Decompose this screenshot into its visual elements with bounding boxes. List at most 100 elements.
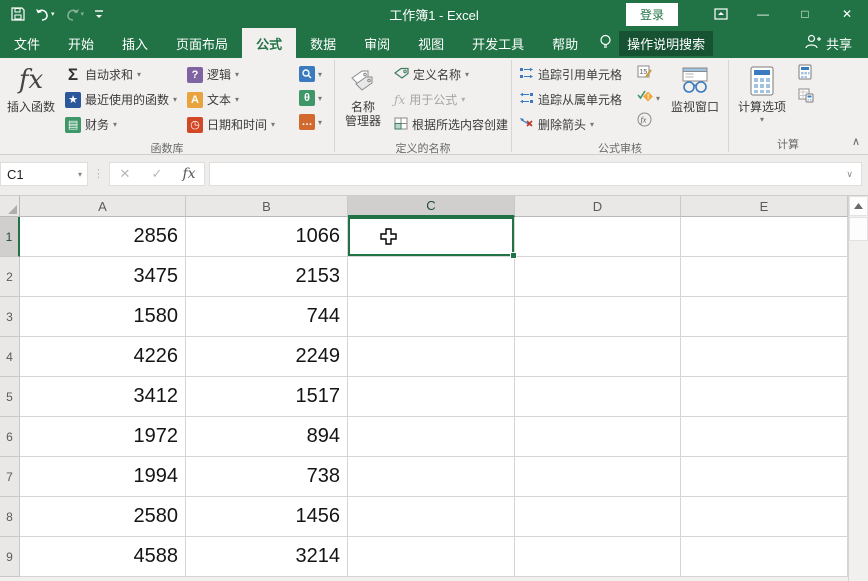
cell-e9[interactable] xyxy=(681,537,848,577)
tab-data[interactable]: 数据 xyxy=(296,28,350,58)
row-header-7[interactable]: 7 xyxy=(0,457,20,497)
cell-d4[interactable] xyxy=(515,337,681,377)
trace-dependents-button[interactable]: 追踪从属单元格 xyxy=(516,88,630,111)
row-header-6[interactable]: 6 xyxy=(0,417,20,457)
cell-b9[interactable]: 3214 xyxy=(186,537,348,577)
select-all-button[interactable] xyxy=(0,196,20,217)
calculate-sheet-button[interactable] xyxy=(795,87,827,109)
cell-c6[interactable] xyxy=(348,417,515,457)
cell-e6[interactable] xyxy=(681,417,848,457)
cell-d2[interactable] xyxy=(515,257,681,297)
error-checking-button[interactable]: ! ▾ xyxy=(634,87,664,109)
cell-b2[interactable]: 2153 xyxy=(186,257,348,297)
cell-e2[interactable] xyxy=(681,257,848,297)
scroll-up-button[interactable] xyxy=(849,196,868,216)
cell-c2[interactable] xyxy=(348,257,515,297)
cell-c9[interactable] xyxy=(348,537,515,577)
recently-used-button[interactable]: ★ 最近使用的函数 ▾ xyxy=(62,88,180,111)
undo-button[interactable]: ▾ xyxy=(32,6,58,23)
name-box-dropdown-icon[interactable]: ▾ xyxy=(78,170,87,179)
save-button[interactable] xyxy=(8,5,28,23)
define-name-button[interactable]: 定义名称 ▾ xyxy=(391,63,505,86)
column-header-d[interactable]: D xyxy=(515,196,681,217)
minimize-button[interactable]: — xyxy=(742,0,784,28)
lookup-reference-button[interactable]: ▾ xyxy=(296,63,328,85)
date-time-button[interactable]: ◷ 日期和时间 ▾ xyxy=(184,113,292,136)
tab-file[interactable]: 文件 xyxy=(0,28,54,58)
cell-a4[interactable]: 4226 xyxy=(20,337,186,377)
calculation-options-button[interactable]: 计算选项 ▾ xyxy=(731,60,793,126)
tab-insert[interactable]: 插入 xyxy=(108,28,162,58)
ribbon-display-options-button[interactable] xyxy=(700,0,742,28)
customize-qat-button[interactable] xyxy=(91,6,107,22)
calculate-now-button[interactable] xyxy=(795,63,827,85)
financial-button[interactable]: ▤ 财务 ▾ xyxy=(62,113,180,136)
tab-developer[interactable]: 开发工具 xyxy=(458,28,538,58)
cell-b8[interactable]: 1456 xyxy=(186,497,348,537)
cell-b1[interactable]: 1066 xyxy=(186,217,348,257)
create-from-selection-button[interactable]: 根据所选内容创建 xyxy=(391,113,505,136)
cell-d8[interactable] xyxy=(515,497,681,537)
cell-e4[interactable] xyxy=(681,337,848,377)
cell-c7[interactable] xyxy=(348,457,515,497)
cell-d5[interactable] xyxy=(515,377,681,417)
cell-d9[interactable] xyxy=(515,537,681,577)
name-box[interactable]: C1 ▾ xyxy=(0,162,88,186)
sign-in-button[interactable]: 登录 xyxy=(626,3,678,26)
row-header-8[interactable]: 8 xyxy=(0,497,20,537)
insert-function-button[interactable]: fx 插入函数 xyxy=(2,60,60,117)
row-header-4[interactable]: 4 xyxy=(0,337,20,377)
fill-handle[interactable] xyxy=(510,252,517,259)
tab-help[interactable]: 帮助 xyxy=(538,28,592,58)
formula-bar-resizer[interactable]: ⋮ xyxy=(88,169,109,179)
row-header-1[interactable]: 1 xyxy=(0,217,20,257)
name-manager-button[interactable]: 名称 管理器 xyxy=(337,60,389,131)
math-trig-button[interactable]: θ ▾ xyxy=(296,87,328,109)
cell-a8[interactable]: 2580 xyxy=(20,497,186,537)
share-button[interactable]: 共享 xyxy=(789,28,868,58)
cell-c3[interactable] xyxy=(348,297,515,337)
row-header-9[interactable]: 9 xyxy=(0,537,20,577)
cell-a2[interactable]: 3475 xyxy=(20,257,186,297)
logical-button[interactable]: ? 逻辑 ▾ xyxy=(184,63,292,86)
show-formulas-button[interactable]: 15 xyxy=(634,63,664,85)
column-header-e[interactable]: E xyxy=(681,196,848,217)
cell-b4[interactable]: 2249 xyxy=(186,337,348,377)
cell-a3[interactable]: 1580 xyxy=(20,297,186,337)
cell-a6[interactable]: 1972 xyxy=(20,417,186,457)
cell-b3[interactable]: 744 xyxy=(186,297,348,337)
cell-a9[interactable]: 4588 xyxy=(20,537,186,577)
cell-e1[interactable] xyxy=(681,217,848,257)
column-header-c[interactable]: C xyxy=(348,196,515,217)
trace-precedents-button[interactable]: 追踪引用单元格 xyxy=(516,63,630,86)
tab-formulas[interactable]: 公式 xyxy=(242,28,296,58)
formula-input[interactable]: ∨ xyxy=(209,162,862,186)
watch-window-button[interactable]: 监视窗口 xyxy=(666,60,724,117)
redo-button[interactable]: ▾ xyxy=(62,6,88,23)
maximize-button[interactable]: □ xyxy=(784,0,826,28)
cell-c1-selected[interactable] xyxy=(348,217,515,257)
cell-a1[interactable]: 2856 xyxy=(20,217,186,257)
use-in-formula-button[interactable]: ƒx 用于公式 ▾ xyxy=(391,88,505,111)
undo-dropdown-icon[interactable]: ▾ xyxy=(51,10,55,18)
collapse-ribbon-button[interactable]: ∧ xyxy=(852,135,860,148)
cell-b7[interactable]: 738 xyxy=(186,457,348,497)
scrollbar-thumb[interactable] xyxy=(849,217,868,241)
cell-d6[interactable] xyxy=(515,417,681,457)
cell-c5[interactable] xyxy=(348,377,515,417)
cell-e7[interactable] xyxy=(681,457,848,497)
cell-d7[interactable] xyxy=(515,457,681,497)
column-header-a[interactable]: A xyxy=(20,196,186,217)
cell-c8[interactable] xyxy=(348,497,515,537)
remove-arrows-button[interactable]: 删除箭头 ▾ xyxy=(516,113,630,136)
column-header-b[interactable]: B xyxy=(186,196,348,217)
text-button[interactable]: A 文本 ▾ xyxy=(184,88,292,111)
cell-e3[interactable] xyxy=(681,297,848,337)
row-header-3[interactable]: 3 xyxy=(0,297,20,337)
tab-home[interactable]: 开始 xyxy=(54,28,108,58)
cell-d1[interactable] xyxy=(515,217,681,257)
cancel-icon[interactable]: ✕ xyxy=(116,166,134,182)
expand-formula-bar-icon[interactable]: ∨ xyxy=(846,169,853,180)
enter-icon[interactable]: ✓ xyxy=(148,166,166,182)
cell-b6[interactable]: 894 xyxy=(186,417,348,457)
